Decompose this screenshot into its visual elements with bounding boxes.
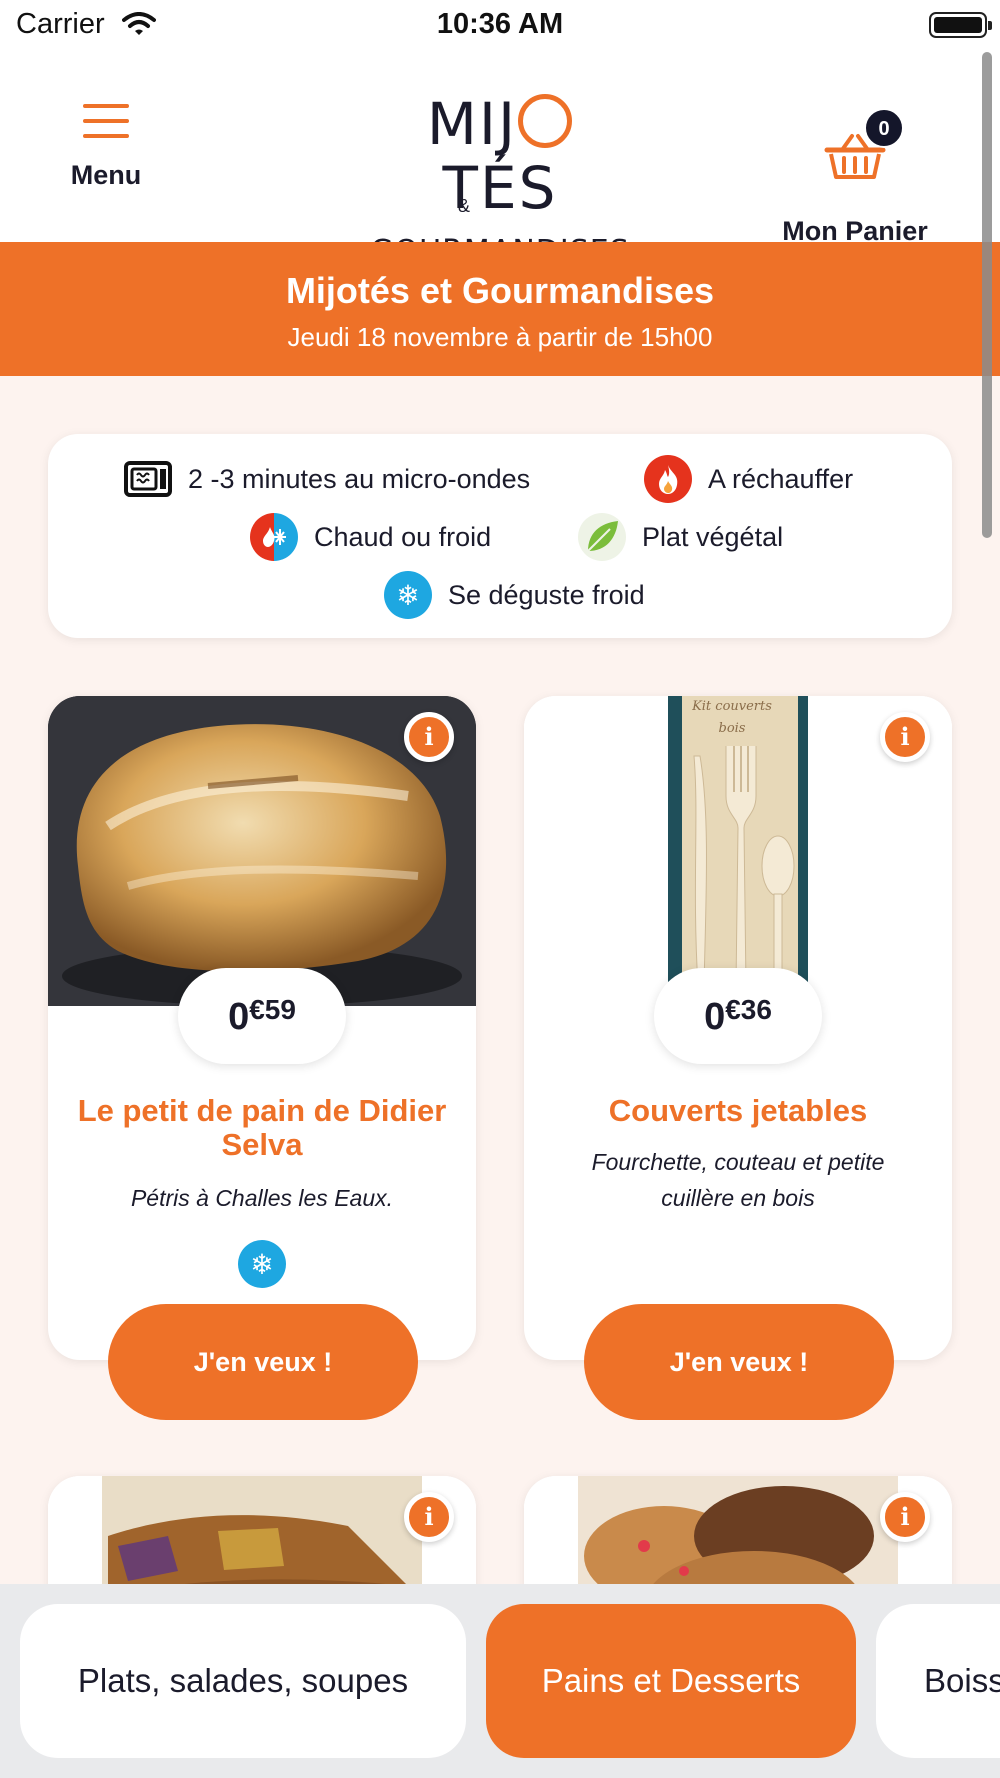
snowflake-icon: ❄ (238, 1240, 286, 1288)
info-button[interactable]: i (880, 712, 930, 762)
legend-item-cold: ❄ Se déguste froid (384, 570, 645, 620)
hamburger-icon (83, 104, 129, 138)
battery-icon (929, 12, 992, 38)
app-header: Menu MIJTÉS & GOURMANDISES 0 Mon Panier (0, 50, 1000, 269)
snowflake-icon: ❄ (384, 571, 432, 619)
legend-label: Se déguste froid (448, 579, 645, 610)
logo-ampersand: & (458, 196, 471, 216)
tab-boissons[interactable]: Boissons (876, 1604, 1000, 1758)
legend-item-microwave: 2 -3 minutes au micro-ondes (124, 454, 530, 504)
menu-label: Menu (70, 160, 142, 190)
info-button[interactable]: i (404, 1492, 454, 1542)
info-button[interactable]: i (404, 712, 454, 762)
legend-item-vegetal: Plat végétal (578, 512, 783, 562)
legend-item-hot-cold: Chaud ou froid (250, 512, 491, 562)
logo-text-left: MIJ (426, 90, 518, 158)
tab-pains-desserts[interactable]: Pains et Desserts (486, 1604, 856, 1758)
hot-cold-icon (250, 513, 298, 561)
status-bar: Carrier 10:36 AM (0, 0, 1000, 50)
cart-button[interactable]: 0 Mon Panier (770, 78, 940, 246)
microwave-icon (124, 455, 172, 503)
clock: 10:36 AM (436, 8, 564, 40)
category-tab-bar: Plats, salades, soupes Pains et Desserts… (0, 1584, 1000, 1778)
product-card: Kit couverts bois i 0€36 Couverts jetabl… (524, 696, 952, 1360)
price-decimal: €36 (725, 994, 772, 1025)
price-integer: 0 (228, 996, 250, 1038)
svg-text:bois: bois (719, 721, 746, 736)
product-description: Fourchette, couteau et petite cuillère e… (591, 1149, 885, 1211)
leaf-icon (578, 513, 626, 561)
info-button[interactable]: i (880, 1492, 930, 1542)
add-to-cart-button[interactable]: J'en veux ! (108, 1304, 418, 1420)
event-banner: Mijotés et Gourmandises Jeudi 18 novembr… (0, 242, 1000, 376)
menu-button[interactable]: Menu (56, 100, 156, 200)
price-badge: 0€59 (178, 968, 346, 1064)
product-description: Pétris à Challes les Eaux. (130, 1185, 394, 1211)
legend-label: Chaud ou froid (314, 521, 492, 552)
event-title: Mijotés et Gourmandises (285, 270, 715, 311)
product-title: Couverts jetables (608, 1093, 868, 1128)
event-subtitle: Jeudi 18 novembre à partir de 15h00 (287, 322, 713, 352)
logo-o-circle (518, 94, 573, 148)
legend-label: 2 -3 minutes au micro-ondes (188, 463, 531, 494)
price-badge: 0€36 (654, 968, 822, 1064)
product-card: i 0€59 Le petit de pain de Didier Selva … (48, 696, 476, 1360)
flame-icon (644, 455, 692, 503)
price-decimal: €59 (249, 994, 296, 1025)
product-photo-text: Kit couverts (691, 699, 772, 714)
cart-count-badge: 0 (864, 108, 904, 148)
price-integer: 0 (704, 996, 726, 1038)
tab-plats[interactable]: Plats, salades, soupes (20, 1604, 466, 1758)
scrollbar[interactable] (982, 52, 992, 538)
logo[interactable]: MIJTÉS & GOURMANDISES (370, 90, 630, 269)
legend-label: Plat végétal (642, 521, 784, 552)
product-title: Le petit de pain de Didier Selva (77, 1093, 447, 1162)
legend-label: A réchauffer (708, 463, 854, 494)
legend-item-reheat: A réchauffer (644, 454, 853, 504)
legend-card: 2 -3 minutes au micro-ondes A réchauffer… (48, 434, 952, 638)
add-to-cart-button[interactable]: J'en veux ! (584, 1304, 894, 1420)
